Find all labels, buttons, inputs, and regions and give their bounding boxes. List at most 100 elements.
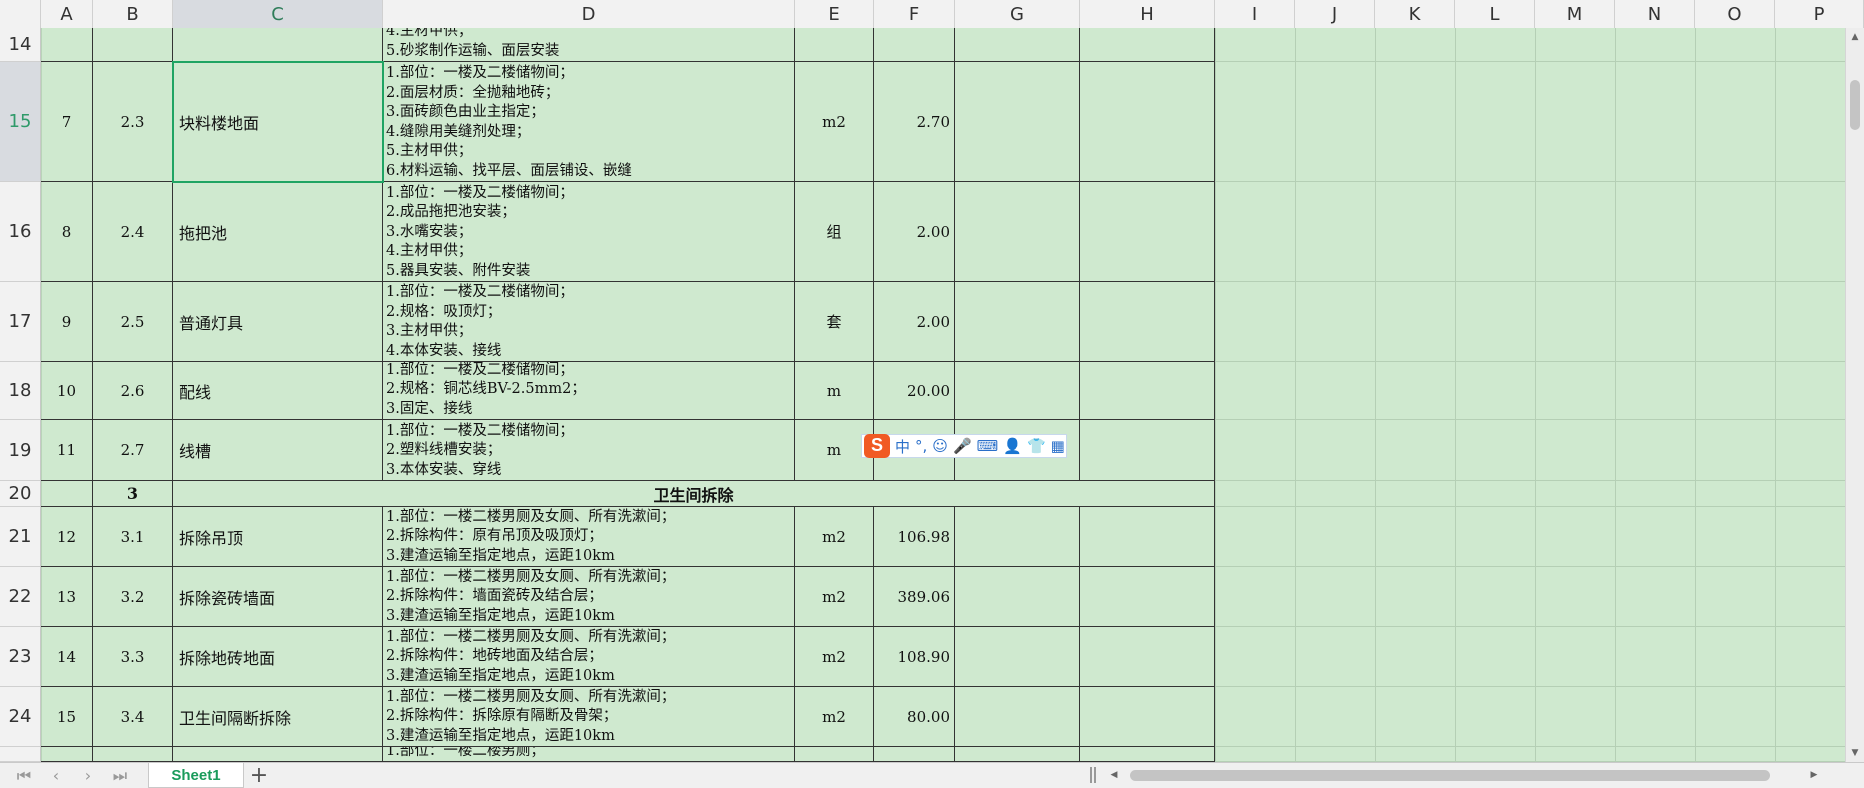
row-header[interactable]: 21 xyxy=(0,507,41,567)
ime-punctuation-icon[interactable]: °, xyxy=(915,437,927,455)
cell-item-name[interactable]: 卫生间隔断拆除 xyxy=(173,687,383,747)
cell-seq[interactable]: 7 xyxy=(41,62,93,182)
cell-description[interactable]: 1.部位：一楼二楼男厕及女厕、所有洗漱间； 2.拆除构件：拆除原有隔断及骨架； 3.… xyxy=(383,687,795,747)
prev-sheet-icon[interactable]: ‹ xyxy=(42,763,70,788)
cell-unit[interactable] xyxy=(795,28,874,62)
row-header[interactable]: 16 xyxy=(0,182,41,282)
ime-emoji-icon[interactable]: ☺ xyxy=(932,437,948,455)
next-sheet-icon[interactable]: › xyxy=(74,763,102,788)
row-header[interactable]: 15 xyxy=(0,62,41,182)
row-header[interactable]: 17 xyxy=(0,282,41,362)
cell-h[interactable] xyxy=(1080,687,1215,747)
column-header-i[interactable]: I xyxy=(1215,0,1295,28)
cell-g[interactable] xyxy=(955,62,1080,182)
cell-unit[interactable]: m2 xyxy=(795,627,874,687)
cell-seq[interactable] xyxy=(41,481,93,507)
cell-seq[interactable]: 15 xyxy=(41,687,93,747)
cell-code[interactable] xyxy=(93,747,173,762)
column-header-a[interactable]: A xyxy=(41,0,93,28)
scroll-left-icon[interactable]: ◀ xyxy=(1105,768,1123,782)
cell-g[interactable] xyxy=(955,687,1080,747)
cell-unit[interactable] xyxy=(795,747,874,762)
cell-code[interactable]: 3.2 xyxy=(93,567,173,627)
cell-h[interactable] xyxy=(1080,747,1215,762)
cell-g[interactable] xyxy=(955,747,1080,762)
cell-unit[interactable]: m2 xyxy=(795,507,874,567)
vertical-scroll-thumb[interactable] xyxy=(1850,80,1860,130)
cell-seq[interactable] xyxy=(41,28,93,62)
cell-code[interactable]: 2.4 xyxy=(93,182,173,282)
column-header-k[interactable]: K xyxy=(1375,0,1455,28)
cell-code[interactable]: 2.7 xyxy=(93,420,173,481)
cell-h[interactable] xyxy=(1080,182,1215,282)
cell-description[interactable]: 1.部位：一楼及二楼储物间； 2.面层材质：全抛釉地砖； 3.面砖颜色由业主指定； 4… xyxy=(383,62,795,182)
cell-description[interactable]: 1.部位：一楼及二楼储物间； 2.规格：铜芯线BV-2.5mm2； 3.固定、接线 xyxy=(383,362,795,420)
cell-code[interactable]: 3.4 xyxy=(93,687,173,747)
spreadsheet-area[interactable]: ABCDEFGHIJKLMNOP 14 15 16 17 18 19 20 21 22 23 24 … xyxy=(0,0,1864,762)
cell-seq[interactable] xyxy=(41,747,93,762)
cell-quantity[interactable] xyxy=(874,28,955,62)
cell-code[interactable]: 3.1 xyxy=(93,507,173,567)
column-header-m[interactable]: M xyxy=(1535,0,1615,28)
column-header-n[interactable]: N xyxy=(1615,0,1695,28)
cell-g[interactable] xyxy=(955,507,1080,567)
cell-unit[interactable]: m2 xyxy=(795,687,874,747)
cell-quantity[interactable]: 108.90 xyxy=(874,627,955,687)
cell-item-name[interactable]: 拆除地砖地面 xyxy=(173,627,383,687)
cell-item-name[interactable]: 拆除瓷砖墙面 xyxy=(173,567,383,627)
ime-skin-icon[interactable]: 👕 xyxy=(1027,437,1046,455)
scroll-down-icon[interactable]: ▼ xyxy=(1846,746,1864,760)
ime-toolbar[interactable]: S 中 °, ☺ 🎤 ⌨ 👤 👕 ▦ xyxy=(861,433,1067,458)
cell-item-name[interactable]: 块料楼地面 xyxy=(173,62,383,182)
column-header-g[interactable]: G xyxy=(955,0,1080,28)
cell-quantity[interactable]: 106.98 xyxy=(874,507,955,567)
last-sheet-icon[interactable]: ⏭ xyxy=(106,763,134,788)
row-header[interactable]: 18 xyxy=(0,362,41,420)
cell-h[interactable] xyxy=(1080,507,1215,567)
row-header[interactable]: 22 xyxy=(0,567,41,627)
cell-quantity[interactable]: 80.00 xyxy=(874,687,955,747)
cell-seq[interactable]: 10 xyxy=(41,362,93,420)
cell-code[interactable] xyxy=(93,28,173,62)
column-header-b[interactable]: B xyxy=(93,0,173,28)
cell-seq[interactable]: 9 xyxy=(41,282,93,362)
cell-quantity[interactable]: 2.00 xyxy=(874,182,955,282)
ime-user-icon[interactable]: 👤 xyxy=(1003,437,1022,455)
cell-seq[interactable]: 13 xyxy=(41,567,93,627)
tab-splitter-handle[interactable] xyxy=(1090,767,1096,783)
column-header-l[interactable]: L xyxy=(1455,0,1535,28)
cell-g[interactable] xyxy=(955,362,1080,420)
cell-description[interactable]: 1.部位：一楼及二楼储物间； 2.成品拖把池安装； 3.水嘴安装； 4.主材甲供； 5.… xyxy=(383,182,795,282)
cell-item-name[interactable]: 拆除吊顶 xyxy=(173,507,383,567)
cell-g[interactable] xyxy=(955,28,1080,62)
cell-quantity[interactable]: 2.70 xyxy=(874,62,955,182)
column-header-p[interactable]: P xyxy=(1775,0,1864,28)
cell-description[interactable]: 1.部位：一楼二楼男厕； xyxy=(383,747,795,762)
cell-unit[interactable]: m xyxy=(795,362,874,420)
cell-item-name[interactable] xyxy=(173,28,383,62)
cell-code[interactable]: 2.5 xyxy=(93,282,173,362)
cell-item-name[interactable]: 拖把池 xyxy=(173,182,383,282)
cell-seq[interactable]: 14 xyxy=(41,627,93,687)
scroll-up-icon[interactable]: ▲ xyxy=(1846,30,1864,44)
cell-g[interactable] xyxy=(955,627,1080,687)
column-header-h[interactable]: H xyxy=(1080,0,1215,28)
cell-description[interactable]: 1.部位：一楼二楼男厕及女厕、所有洗漱间； 2.拆除构件：地砖地面及结合层； 3.建… xyxy=(383,627,795,687)
cell-description[interactable]: 1.部位：一楼二楼男厕及女厕、所有洗漱间； 2.拆除构件：墙面瓷砖及结合层； 3.建… xyxy=(383,567,795,627)
cell-unit[interactable]: 套 xyxy=(795,282,874,362)
cell-description[interactable]: 4.主材甲供； 5.砂浆制作运输、面层安装 xyxy=(383,28,795,62)
cell-quantity[interactable]: 2.00 xyxy=(874,282,955,362)
cell-seq[interactable]: 12 xyxy=(41,507,93,567)
select-all-corner[interactable] xyxy=(0,0,41,28)
horizontal-scroll-thumb[interactable] xyxy=(1130,770,1770,781)
ime-voice-icon[interactable]: 🎤 xyxy=(953,437,972,455)
cell-code[interactable]: 3.3 xyxy=(93,627,173,687)
row-header[interactable]: 24 xyxy=(0,687,41,747)
column-header-c[interactable]: C xyxy=(173,0,383,28)
cell-item-name[interactable]: 线槽 xyxy=(173,420,383,481)
cell-h[interactable] xyxy=(1080,282,1215,362)
column-header-e[interactable]: E xyxy=(795,0,874,28)
row-header[interactable] xyxy=(0,747,41,762)
cell-item-name[interactable]: 普通灯具 xyxy=(173,282,383,362)
cell-quantity[interactable] xyxy=(874,747,955,762)
